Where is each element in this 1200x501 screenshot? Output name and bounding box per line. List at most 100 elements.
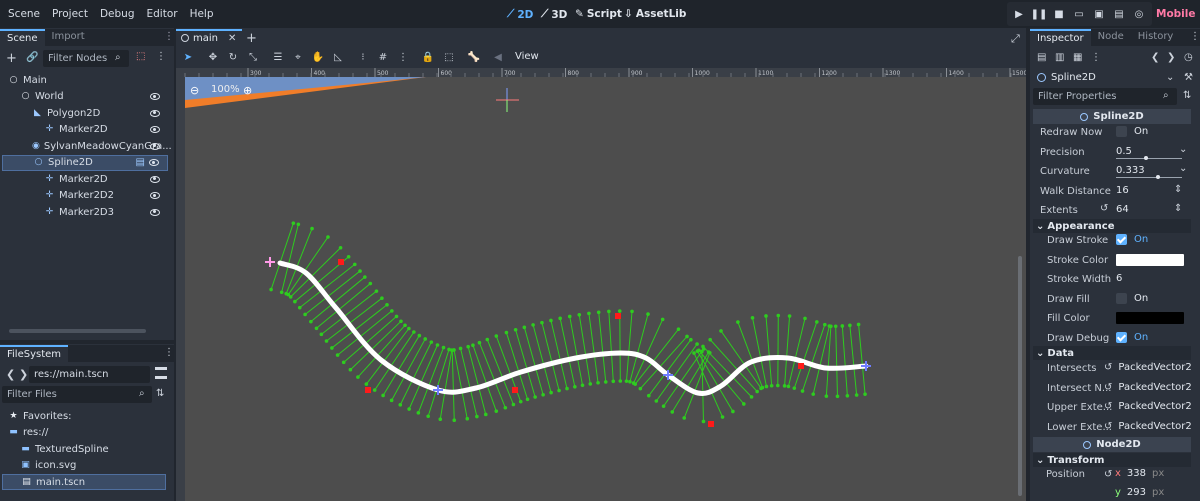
zoom-in-icon[interactable]: ⊕ <box>243 84 252 97</box>
checkbox-icon[interactable] <box>1116 126 1127 137</box>
revert-icon[interactable]: ↺ <box>1104 382 1112 393</box>
property-slider[interactable]: 0.5 ⌄ <box>1116 144 1187 160</box>
menu-scene[interactable]: Scene <box>2 8 46 20</box>
zoom-out-icon[interactable]: ⊖ <box>190 84 199 97</box>
mode-3d-button[interactable]: ⟋ 3D <box>541 8 567 21</box>
file-item[interactable]: ★ Favorites: <box>2 408 166 424</box>
chevron-down-icon[interactable]: ⌄ <box>1166 72 1174 83</box>
property-slider[interactable]: 0.333 ⌄ <box>1116 163 1187 179</box>
menu-debug[interactable]: Debug <box>94 8 141 20</box>
visibility-icon[interactable] <box>150 126 160 133</box>
object-history-icon[interactable]: ◷ <box>1184 52 1193 63</box>
node-tools-icon[interactable]: ⚒ <box>1184 72 1193 83</box>
scene-tree-scrollbar[interactable] <box>9 329 146 333</box>
tree-item[interactable]: ✛ Marker2D3 <box>2 204 168 220</box>
dock-menu-icon[interactable]: ⋮ <box>164 31 174 42</box>
color-picker[interactable] <box>1116 253 1184 266</box>
distraction-free-icon[interactable]: ⤢ <box>1011 32 1020 46</box>
property-spinbox[interactable]: 16 ⇕ <box>1116 184 1182 196</box>
scale-tool-icon[interactable]: ⤡ <box>245 49 261 65</box>
remote-debug-icon[interactable]: ▭ <box>1071 6 1087 22</box>
tree-item[interactable]: ✛ Marker2D2 <box>2 188 168 204</box>
history-back-icon[interactable]: ❮ <box>1151 52 1159 63</box>
tab-node[interactable]: Node <box>1091 29 1131 46</box>
attach-script-icon[interactable]: ⬚ <box>136 51 145 62</box>
play-scene-icon[interactable]: ▣ <box>1091 6 1107 22</box>
pivot-tool-icon[interactable]: ⌖ <box>290 49 306 65</box>
tab-scene[interactable]: Scene <box>0 29 45 46</box>
visibility-icon[interactable] <box>150 109 160 117</box>
sort-icon[interactable]: ⇅ <box>156 388 164 399</box>
node-selector[interactable]: Spline2D <box>1037 72 1096 83</box>
list-select-icon[interactable]: ☰ <box>270 49 286 65</box>
property-value[interactable]: 6 <box>1116 273 1122 284</box>
rotate-tool-icon[interactable]: ↻ <box>225 49 241 65</box>
property-resource[interactable]: ↺ PackedVector2 <box>1104 401 1192 412</box>
pan-tool-icon[interactable]: ✋ <box>310 49 326 65</box>
zoom-label[interactable]: 100% <box>211 84 240 95</box>
file-item[interactable]: ▤ main.tscn <box>2 474 166 490</box>
viewport[interactable]: 3004005006007008009001000110012001300140… <box>176 68 1026 501</box>
lock-icon[interactable]: 🔒 <box>420 49 436 65</box>
file-item[interactable]: ▬ res:// <box>2 425 166 441</box>
instance-scene-icon[interactable]: 🔗 <box>26 52 38 63</box>
color-picker[interactable] <box>1116 312 1184 324</box>
revert-icon[interactable]: ↺ <box>1100 203 1108 214</box>
menu-editor[interactable]: Editor <box>140 8 183 20</box>
file-item[interactable]: ▣ icon.svg <box>2 458 166 474</box>
chevron-down-icon[interactable]: ⌄ <box>1179 144 1187 155</box>
path-field[interactable]: res://main.tscn <box>29 366 150 383</box>
property-checkbox[interactable]: On <box>1116 126 1148 137</box>
property-resource[interactable]: ↺ PackedVector2 <box>1104 421 1192 432</box>
tab-inspector[interactable]: Inspector <box>1030 29 1091 46</box>
smart-snap-icon[interactable]: ⁝ <box>355 49 371 65</box>
visibility-icon[interactable] <box>149 159 159 166</box>
filter-files-input[interactable]: Filter Files <box>2 386 152 403</box>
group-icon[interactable]: ⬚ <box>441 49 457 65</box>
menu-help[interactable]: Help <box>184 8 220 20</box>
visibility-icon[interactable] <box>150 208 160 216</box>
tree-item[interactable]: ○ Spline2D ▤ <box>2 154 168 171</box>
inspector-menu-icon[interactable]: ⋮ <box>1190 31 1200 42</box>
chevron-down-icon[interactable]: ⌄ <box>1179 163 1187 174</box>
new-resource-icon[interactable]: ▤ <box>1037 52 1046 63</box>
revert-icon[interactable]: ↺ <box>1104 401 1112 412</box>
history-forward-icon[interactable]: ❯ <box>1167 52 1175 63</box>
mode-script-button[interactable]: ✎ Script <box>575 8 622 20</box>
fs-menu-icon[interactable]: ⋮ <box>164 347 174 358</box>
property-checkbox[interactable]: On <box>1116 234 1148 245</box>
tree-item[interactable]: ○ World <box>2 89 168 105</box>
scene-tab-main[interactable]: main ✕ <box>176 29 242 45</box>
skeleton-icon[interactable]: 🦴 <box>466 49 482 65</box>
visibility-icon[interactable] <box>150 93 160 100</box>
tab-import[interactable]: Import <box>45 29 92 46</box>
ruler-tool-icon[interactable]: ◺ <box>330 49 346 65</box>
add-tab-icon[interactable]: + <box>246 31 257 46</box>
viewport-scrollbar[interactable] <box>1018 256 1022 496</box>
play-custom-icon[interactable]: ▤ <box>1111 6 1127 22</box>
position-x-field[interactable]: x 338 px <box>1115 468 1164 479</box>
view-menu[interactable]: View <box>515 51 539 62</box>
mode-2d-button[interactable]: ⟋ 2D <box>507 8 533 21</box>
revert-icon[interactable]: ↺ <box>1104 362 1112 373</box>
move-tool-icon[interactable]: ✥ <box>205 49 221 65</box>
resource-menu-icon[interactable]: ⋮ <box>1091 52 1101 63</box>
tree-item[interactable]: ◣ Polygon2D <box>2 105 168 121</box>
open-resource-icon[interactable]: ▥ <box>1055 52 1064 63</box>
data-header[interactable]: ⌄ Data <box>1033 346 1191 360</box>
back-icon[interactable]: ❮ <box>6 368 15 381</box>
checkbox-icon[interactable] <box>1116 331 1127 343</box>
property-resource[interactable]: ↺ PackedVector2 <box>1104 362 1192 373</box>
split-view-icon[interactable] <box>155 367 167 379</box>
slider-grabber[interactable] <box>1144 155 1148 160</box>
spin-arrows-icon[interactable]: ⇕ <box>1174 184 1182 195</box>
slider-grabber[interactable] <box>1156 175 1160 179</box>
checkbox-icon[interactable] <box>1116 234 1127 245</box>
property-checkbox[interactable]: On <box>1116 331 1148 343</box>
menu-project[interactable]: Project <box>46 8 94 20</box>
snap-options-icon[interactable]: ⋮ <box>395 49 411 65</box>
camera-override-icon[interactable]: ◀ <box>490 49 506 65</box>
file-item[interactable]: ▬ TexturedSpline <box>2 441 166 457</box>
visibility-icon[interactable] <box>150 192 160 199</box>
pause-icon[interactable]: ❚❚ <box>1031 6 1048 22</box>
